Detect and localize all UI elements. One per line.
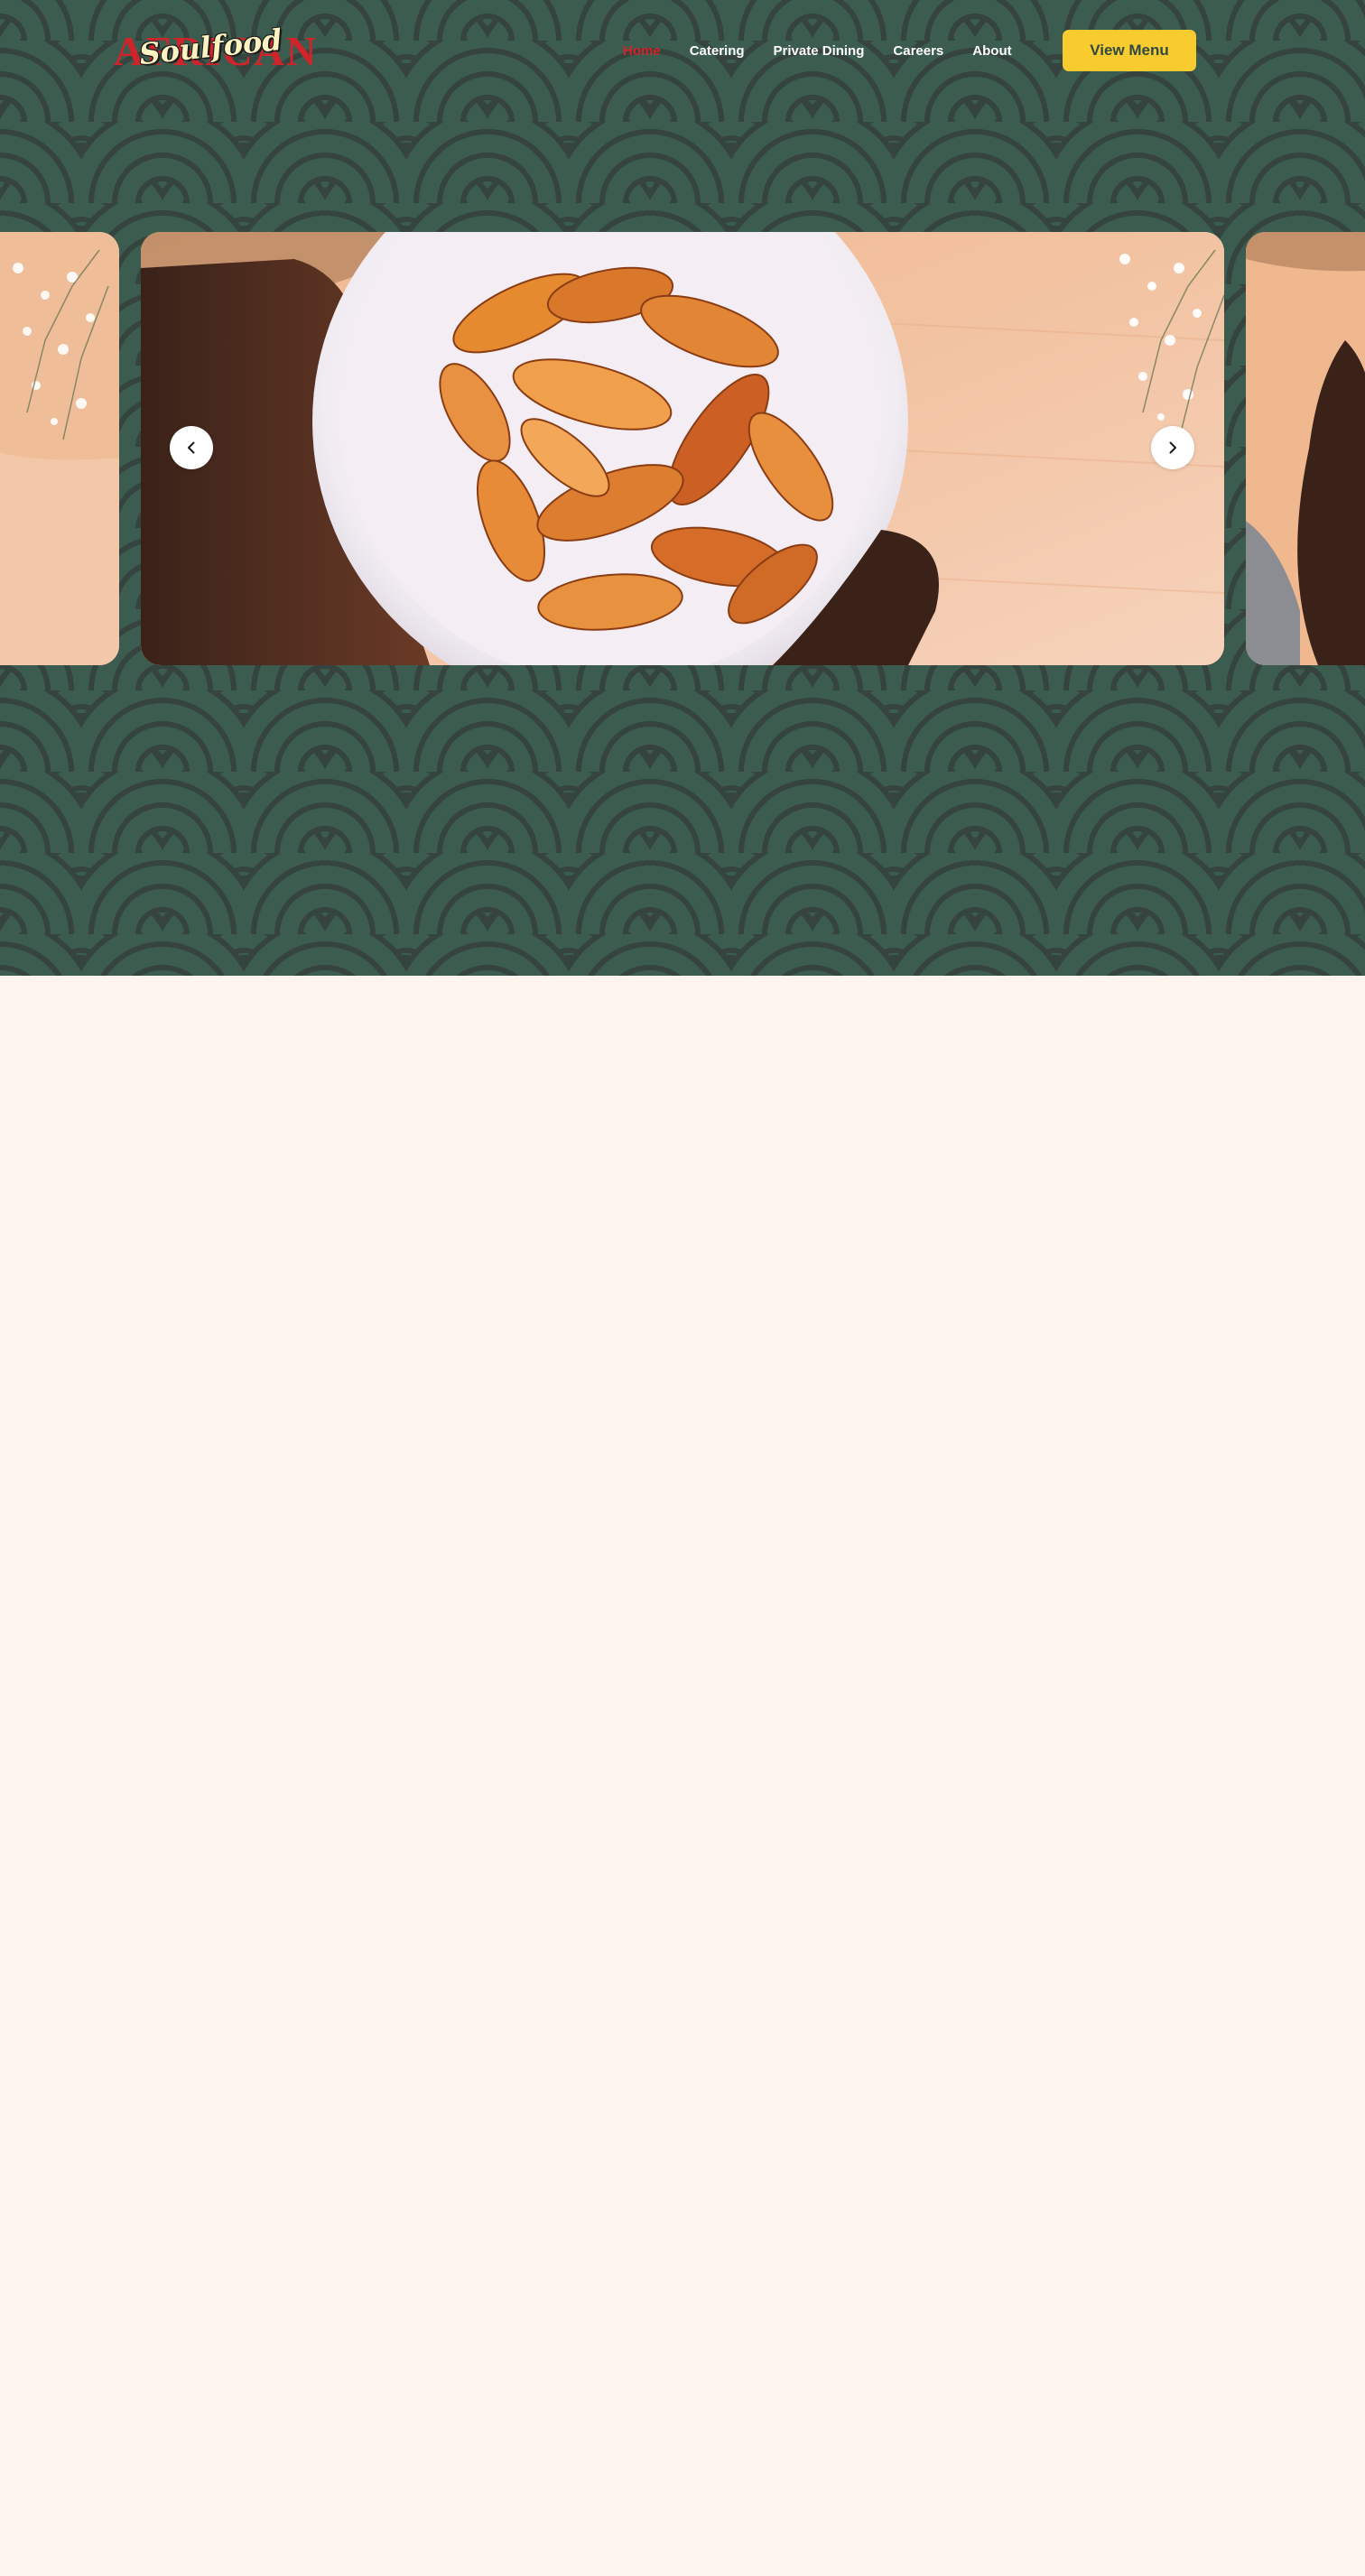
hero-section: AFRICAN Soulfood Home Catering Private D… xyxy=(0,0,1365,976)
carousel-slide-next[interactable] xyxy=(1246,232,1365,665)
chevron-right-icon xyxy=(1169,441,1176,454)
carousel-slide-previous[interactable] xyxy=(0,232,119,665)
main-nav: Home Catering Private Dining Careers Abo… xyxy=(623,30,1041,71)
slide-image xyxy=(0,232,119,665)
nav-item-home[interactable]: Home xyxy=(623,43,661,59)
chevron-left-icon xyxy=(188,441,195,454)
carousel-prev-button[interactable] xyxy=(170,426,213,469)
nav-item-about[interactable]: About xyxy=(972,43,1011,59)
view-menu-button[interactable]: View Menu xyxy=(1063,30,1196,71)
page-body xyxy=(0,976,1365,2576)
nav-item-careers[interactable]: Careers xyxy=(893,43,943,59)
nav-item-catering[interactable]: Catering xyxy=(690,43,745,59)
nav-item-private-dining[interactable]: Private Dining xyxy=(774,43,865,59)
carousel-next-button[interactable] xyxy=(1151,426,1194,469)
carousel-slide-active[interactable] xyxy=(141,232,1224,665)
slide-image xyxy=(1246,232,1365,665)
fried-plantains-image xyxy=(141,232,1224,665)
brand-logo[interactable]: AFRICAN Soulfood xyxy=(114,23,316,72)
